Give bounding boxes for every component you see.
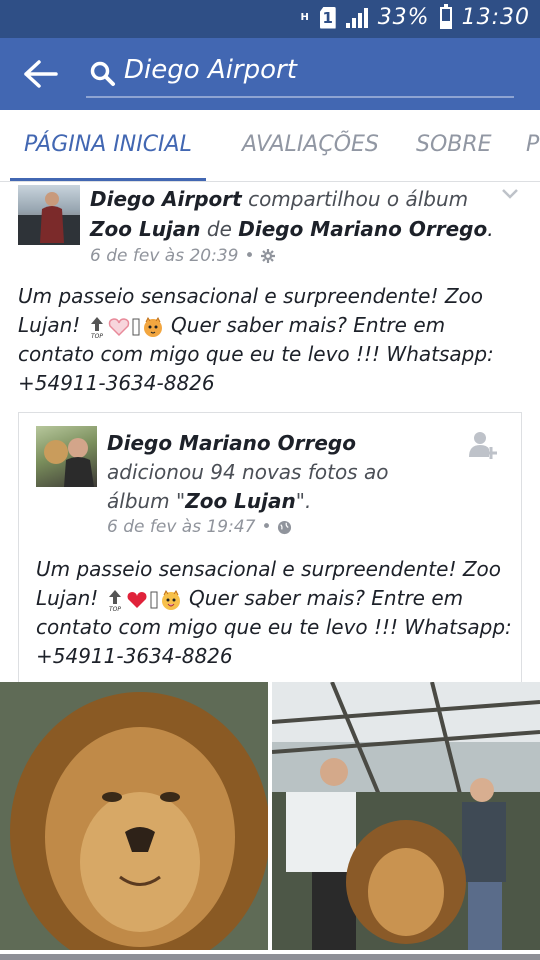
red-heart-emoji-icon xyxy=(127,591,147,608)
shared-album-link[interactable]: Zoo Lujan xyxy=(185,489,296,513)
post-header: Diego Airport compartilhou o álbum Zoo L… xyxy=(90,184,510,244)
battery-icon xyxy=(439,3,452,29)
arrow-left-icon[interactable] xyxy=(22,56,62,92)
page-tabs: PÁGINA INICIAL AVALIAÇÕES SOBRE P xyxy=(0,110,540,182)
post-timestamp[interactable]: 6 de fev às 20:39 xyxy=(90,246,238,266)
globe-icon xyxy=(278,520,292,534)
svg-text:TOP: TOP xyxy=(91,333,103,339)
lion-closeup-image xyxy=(0,682,268,950)
meta-separator: • xyxy=(244,246,255,266)
clock: 13:30 xyxy=(461,5,530,30)
svg-text:TOP: TOP xyxy=(109,606,121,612)
shared-meta: 6 de fev às 19:47 • xyxy=(107,517,292,537)
album-photo-lion-closeup[interactable] xyxy=(0,682,268,950)
tiger-emoji-icon xyxy=(143,316,162,337)
heart-emoji-icon xyxy=(108,317,129,336)
signal-icon xyxy=(345,7,368,28)
shared-text: Um passeio sensacional e surpreendente! … xyxy=(36,555,516,671)
people-with-lion-image xyxy=(272,682,540,950)
status-icons: H 1 33% 13:30 xyxy=(300,3,530,30)
shared-album-card[interactable]: Diego Mariano Orrego adicionou 94 novas … xyxy=(18,412,522,684)
next-photo-row-edge xyxy=(0,954,540,960)
unknown-glyph-icon xyxy=(150,591,158,608)
avatar-person-with-animal-icon xyxy=(44,438,94,487)
search-header: Diego Airport xyxy=(0,38,540,110)
post-preposition: de xyxy=(206,217,232,241)
album-link[interactable]: Zoo Lujan xyxy=(90,217,201,241)
battery-percent: 33% xyxy=(377,5,430,30)
post-action: compartilhou o álbum xyxy=(248,187,469,211)
post-header-period: . xyxy=(487,217,494,241)
post-author-link[interactable]: Diego Airport xyxy=(90,187,242,211)
tab-next-partial[interactable]: P xyxy=(526,132,539,157)
status-bar: H 1 33% 13:30 xyxy=(0,0,540,38)
gear-icon xyxy=(261,249,276,263)
network-type-indicator: H xyxy=(300,11,309,23)
post-text: Um passeio sensacional e surpreendente! … xyxy=(18,282,523,398)
search-icon xyxy=(90,61,115,86)
tiger-face-emoji-icon xyxy=(161,589,180,610)
shared-author-link[interactable]: Diego Mariano Orrego xyxy=(107,431,356,455)
top-arrow-emoji-icon: TOP xyxy=(91,316,103,339)
post-meta: 6 de fev às 20:39 • xyxy=(90,246,276,266)
post-card: Diego Airport compartilhou o álbum Zoo L… xyxy=(0,182,540,960)
shared-action-suffix: ". xyxy=(295,489,312,513)
add-friend-icon[interactable] xyxy=(467,429,499,461)
avatar[interactable] xyxy=(18,185,80,245)
top-arrow-emoji-icon: TOP xyxy=(109,589,121,612)
album-owner-link[interactable]: Diego Mariano Orrego xyxy=(238,217,487,241)
album-photo-people-with-lion[interactable] xyxy=(272,682,540,950)
sim-icon: 1 xyxy=(319,6,336,29)
avatar-person-icon xyxy=(18,192,80,245)
shared-avatar[interactable] xyxy=(36,426,97,487)
battery-fill xyxy=(441,20,450,27)
tab-sobre[interactable]: SOBRE xyxy=(416,132,492,157)
shared-meta-separator: • xyxy=(261,517,272,537)
unknown-glyph-icon xyxy=(132,318,140,335)
tab-pagina-inicial[interactable]: PÁGINA INICIAL xyxy=(24,132,192,157)
search-input[interactable]: Diego Airport xyxy=(124,55,297,85)
shared-timestamp[interactable]: 6 de fev às 19:47 xyxy=(107,517,255,537)
search-underline xyxy=(86,96,514,98)
tab-avaliacoes[interactable]: AVALIAÇÕES xyxy=(242,132,379,157)
shared-header: Diego Mariano Orrego adicionou 94 novas … xyxy=(107,429,437,516)
